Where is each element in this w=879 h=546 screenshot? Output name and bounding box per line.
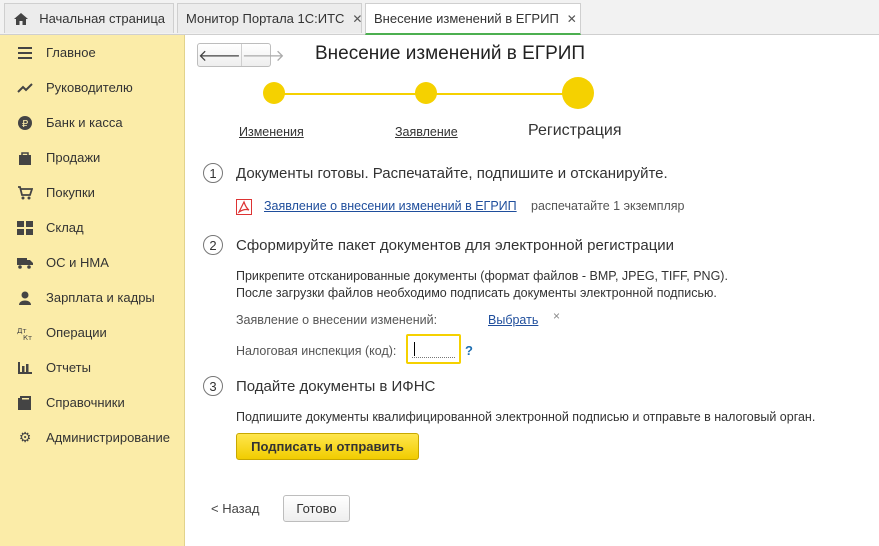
- page-title: Внесение изменений в ЕГРИП: [315, 43, 586, 64]
- section-number: 2: [203, 235, 223, 255]
- sidebar-item-label: Операции: [46, 325, 107, 340]
- tab-label: Начальная страница: [39, 11, 165, 26]
- section-title: Документы готовы. Распечатайте, подпишит…: [236, 165, 668, 182]
- sidebar-item-label: Склад: [46, 220, 84, 235]
- tab-home[interactable]: Начальная страница: [4, 3, 174, 33]
- choose-file-link[interactable]: Выбрать: [488, 313, 538, 327]
- sidebar-item-administration[interactable]: ⚙ Администрирование: [0, 420, 184, 455]
- truck-icon: [16, 255, 34, 271]
- close-icon[interactable]: ✕: [352, 12, 362, 26]
- tab-its-monitor[interactable]: Монитор Портала 1С:ИТС ✕: [177, 3, 362, 33]
- print-note: распечатайте 1 экземпляр: [531, 199, 685, 213]
- done-button[interactable]: Готово: [283, 495, 350, 522]
- sidebar-item-references[interactable]: Справочники: [0, 385, 184, 420]
- help-icon[interactable]: ?: [465, 343, 473, 358]
- dt-kt-icon: Дт Кт: [16, 325, 34, 341]
- history-nav: 🡐 🡒: [197, 43, 285, 67]
- back-arrow-icon[interactable]: 🡐: [198, 44, 241, 66]
- sidebar-item-purchases[interactable]: Покупки: [0, 175, 184, 210]
- tax-office-input[interactable]: [406, 334, 461, 364]
- bag-icon: [16, 150, 34, 166]
- sidebar-item-warehouse[interactable]: Склад: [0, 210, 184, 245]
- clear-icon[interactable]: ×: [553, 309, 560, 323]
- sidebar-item-operations[interactable]: Дт Кт Операции: [0, 315, 184, 350]
- home-icon: [13, 12, 29, 26]
- sidebar-item-label: Отчеты: [46, 360, 91, 375]
- sidebar-item-label: Главное: [46, 45, 96, 60]
- section-number: 1: [203, 163, 223, 183]
- sidebar-item-label: Покупки: [46, 185, 95, 200]
- bar-chart-icon: [16, 360, 34, 376]
- statement-field-label: Заявление о внесении изменений:: [236, 313, 438, 327]
- warehouse-icon: [16, 220, 34, 236]
- sidebar-item-fixed-assets[interactable]: ОС и НМА: [0, 245, 184, 280]
- step-link-statement[interactable]: Заявление: [395, 125, 458, 139]
- tab-egrip-changes[interactable]: Внесение изменений в ЕГРИП ✕: [365, 3, 581, 35]
- sidebar-item-label: Администрирование: [46, 430, 170, 445]
- step-dot-changes: [263, 82, 285, 104]
- tab-label: Внесение изменений в ЕГРИП: [374, 11, 559, 26]
- svg-text:Кт: Кт: [23, 334, 32, 340]
- main-panel: 🡐 🡒 Внесение изменений в ЕГРИП Изменения…: [185, 35, 879, 546]
- step-dot-registration: [562, 77, 594, 109]
- sidebar-item-bank[interactable]: ₽ Банк и касса: [0, 105, 184, 140]
- sidebar-item-main[interactable]: Главное: [0, 35, 184, 70]
- statement-print-link[interactable]: Заявление о внесении изменений в ЕГРИП: [264, 199, 517, 213]
- step-current-registration: Регистрация: [528, 122, 622, 139]
- gear-icon: ⚙: [18, 429, 32, 445]
- sign-and-send-button[interactable]: Подписать и отправить: [236, 433, 419, 460]
- step-dot-statement: [415, 82, 437, 104]
- sidebar-item-manager[interactable]: Руководителю: [0, 70, 184, 105]
- sidebar-item-salary[interactable]: Зарплата и кадры: [0, 280, 184, 315]
- section-number: 3: [203, 376, 223, 396]
- step-link-changes[interactable]: Изменения: [239, 125, 304, 139]
- menu-lines-icon: [16, 45, 34, 61]
- sidebar-item-label: Банк и касса: [46, 115, 123, 130]
- section-description: Подпишите документы квалифицированной эл…: [236, 410, 816, 424]
- cart-icon: [16, 185, 34, 201]
- close-icon[interactable]: ✕: [567, 12, 577, 26]
- ruble-icon: ₽: [16, 115, 34, 131]
- person-icon: [16, 290, 34, 306]
- sidebar-item-label: Справочники: [46, 395, 125, 410]
- sidebar-item-reports[interactable]: Отчеты: [0, 350, 184, 385]
- pdf-icon: [236, 199, 252, 215]
- text-caret: [414, 342, 415, 356]
- svg-text:₽: ₽: [22, 119, 29, 130]
- tax-office-label: Налоговая инспекция (код):: [236, 344, 397, 358]
- section-title: Сформируйте пакет документов для электро…: [236, 237, 675, 254]
- sidebar-item-sales[interactable]: Продажи: [0, 140, 184, 175]
- sidebar-item-label: Руководителю: [46, 80, 133, 95]
- sidebar-item-label: Зарплата и кадры: [46, 290, 155, 305]
- instruction-line: После загрузки файлов необходимо подписа…: [236, 286, 717, 300]
- sidebar-item-label: ОС и НМА: [46, 255, 109, 270]
- section-title: Подайте документы в ИФНС: [236, 378, 436, 395]
- instruction-line: Прикрепите отсканированные документы (фо…: [236, 269, 728, 283]
- back-button[interactable]: < Назад: [211, 501, 259, 516]
- tax-office-value[interactable]: [412, 340, 455, 358]
- book-icon: [16, 395, 34, 411]
- trend-icon: [16, 80, 34, 96]
- sidebar-item-label: Продажи: [46, 150, 101, 165]
- tab-label: Монитор Портала 1С:ИТС: [186, 11, 345, 26]
- tab-bar: Начальная страница Монитор Портала 1С:ИТ…: [0, 0, 879, 35]
- sidebar: Главное Руководителю ₽ Банк и касса Прод…: [0, 35, 185, 546]
- forward-arrow-icon[interactable]: 🡒: [240, 44, 285, 66]
